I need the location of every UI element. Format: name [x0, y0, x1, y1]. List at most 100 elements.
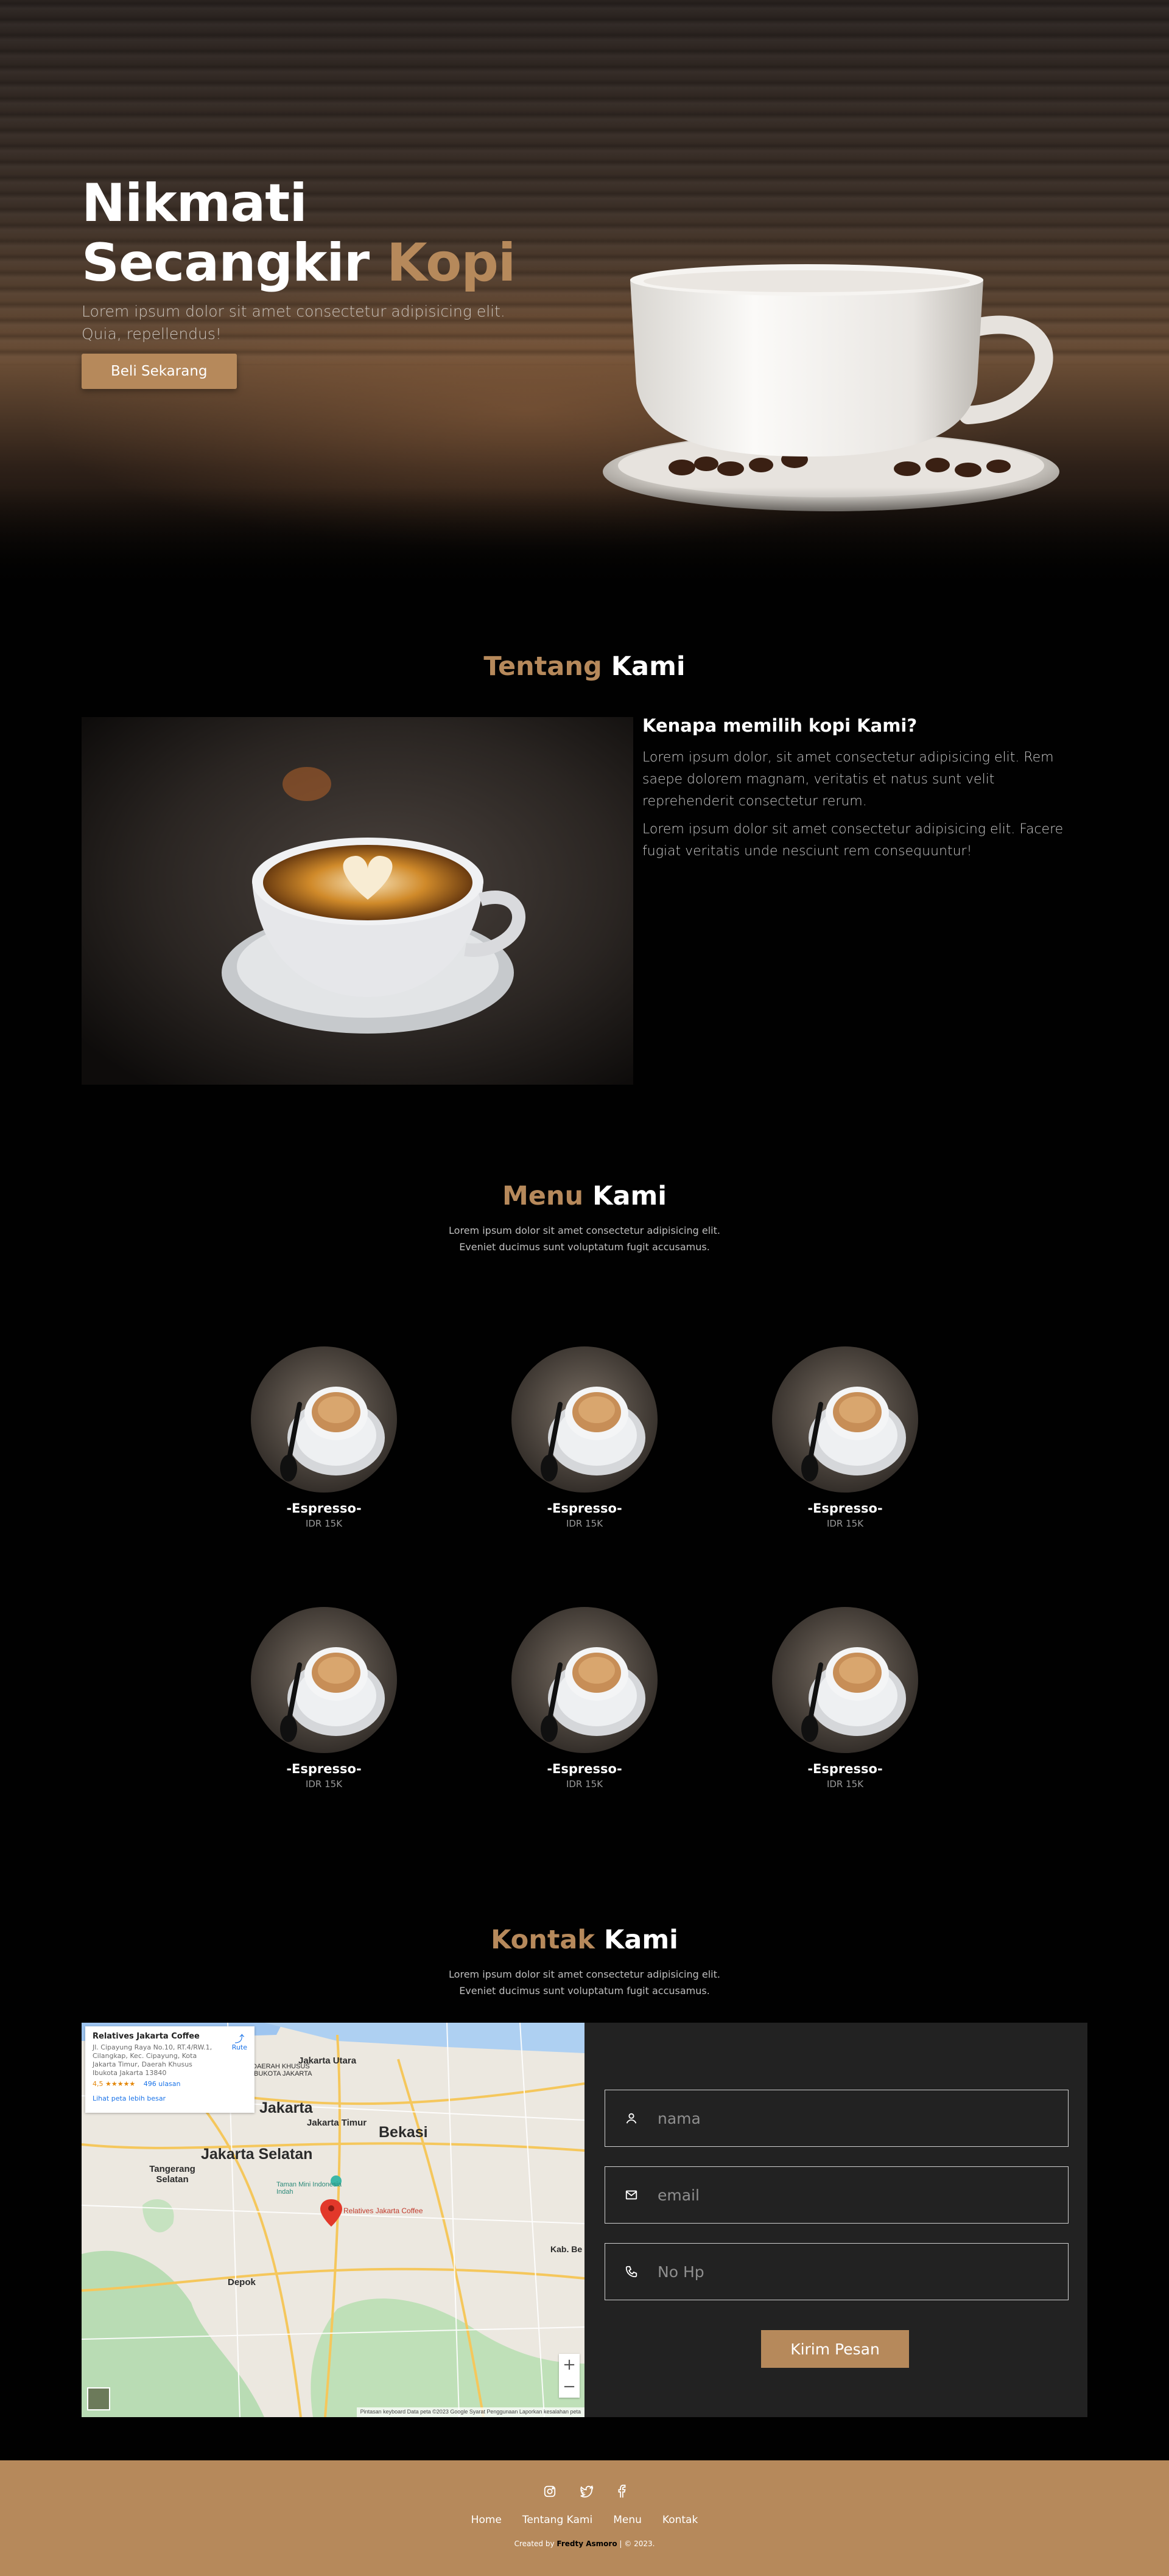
espresso-photo: [772, 1346, 918, 1493]
menu-header: Menu Kami Lorem ipsum dolor sit amet con…: [0, 1181, 1169, 1255]
about-title: Tentang Kami: [0, 651, 1169, 682]
map-place-rating: 4,5 ★★★★★ 496 ulasan: [93, 2080, 247, 2088]
menu-item[interactable]: -Espresso- IDR 15K: [505, 1346, 664, 1529]
latte-photo: [82, 717, 633, 1085]
contact-title: Kontak Kami: [0, 1925, 1169, 1955]
contact-title-rest: Kami: [603, 1925, 678, 1955]
hero-content: Nikmati Secangkir Kopi Lorem ipsum dolor…: [82, 173, 544, 389]
twitter-icon[interactable]: [580, 2485, 594, 2498]
menu-item-name: -Espresso-: [286, 1501, 362, 1516]
hero-title-line1: Nikmati: [82, 173, 307, 234]
menu-item-price: IDR 15K: [305, 1779, 343, 1790]
menu-item[interactable]: -Espresso- IDR 15K: [245, 1607, 403, 1790]
footer-credit: Created by Fredty Asmoro | © 2023.: [0, 2539, 1169, 2548]
espresso-photo: [772, 1607, 918, 1753]
phone-placeholder: No Hp: [658, 2263, 704, 2281]
about-paragraph-1: Lorem ipsum dolor, sit amet consectetur …: [642, 750, 1054, 809]
menu-item[interactable]: -Espresso- IDR 15K: [245, 1346, 403, 1529]
menu-item-name: -Espresso-: [547, 1501, 622, 1516]
menu-item-name: -Espresso-: [286, 1762, 362, 1776]
name-placeholder: nama: [658, 2109, 701, 2127]
menu-item-price: IDR 15K: [305, 1518, 343, 1529]
map-place-name: Relatives Jakarta Coffee: [93, 2032, 200, 2041]
route-icon: ⤴: [234, 2033, 245, 2045]
hero-title-line2: Secangkir: [82, 233, 370, 293]
menu-item[interactable]: -Espresso- IDR 15K: [505, 1607, 664, 1790]
menu-title-rest: Kami: [592, 1181, 667, 1211]
footer-credit-name: Fredty Asmoro: [556, 2539, 617, 2548]
instagram-icon[interactable]: [543, 2485, 556, 2498]
map-larger-link[interactable]: Lihat peta lebih besar: [93, 2095, 247, 2103]
map-label-kab-bekasi: Kab. Be: [550, 2244, 583, 2254]
zoom-out-button[interactable]: −: [563, 2378, 576, 2396]
about-heading: Kenapa memilih kopi Kami?: [642, 715, 918, 736]
footer-credit-suffix: | © 2023.: [619, 2539, 655, 2548]
map-label-jakarta: Jakarta: [259, 2099, 313, 2116]
about-paragraph-2: Lorem ipsum dolor sit amet consectetur a…: [642, 822, 1064, 859]
about-title-rest: Kami: [611, 651, 686, 682]
map-label-tangerang-selatan: Tangerang Selatan: [149, 2164, 195, 2185]
email-field[interactable]: email: [605, 2166, 1069, 2224]
hero-title: Nikmati Secangkir Kopi: [82, 173, 544, 293]
map-marker-label: Relatives Jakarta Coffee: [343, 2207, 423, 2215]
map-label-jakarta-timur: Jakarta Timur: [307, 2118, 367, 2128]
contact-subtitle: Lorem ipsum dolor sit amet consectetur a…: [0, 1966, 1169, 1999]
footer-link-about[interactable]: Tentang Kami: [522, 2514, 592, 2526]
map-label-daerah-khusus: DAERAH KHUSUS IBUKOTA JAKARTA: [252, 2063, 312, 2077]
menu-item-price: IDR 15K: [566, 1779, 603, 1790]
footer-link-contact[interactable]: Kontak: [662, 2514, 698, 2526]
map-rating-stars: 4,5 ★★★★★: [93, 2080, 136, 2088]
footer-nav: Home Tentang Kami Menu Kontak: [0, 2514, 1169, 2526]
mail-icon: [625, 2190, 637, 2200]
map-route-button[interactable]: ⤴ Rute: [231, 2033, 247, 2052]
espresso-photo: [511, 1607, 658, 1753]
zoom-in-button[interactable]: +: [563, 2356, 576, 2374]
facebook-icon[interactable]: [617, 2485, 626, 2498]
menu-subtitle-line1: Lorem ipsum dolor sit amet consectetur a…: [449, 1225, 720, 1236]
contact-subtitle-line2: Eveniet ducimus sunt voluptatum fugit ac…: [459, 1985, 710, 1997]
contact-title-accent: Kontak: [491, 1925, 595, 1955]
menu-title-accent: Menu: [502, 1181, 584, 1211]
menu-item-price: IDR 15K: [566, 1518, 603, 1529]
map-route-label: Rute: [231, 2043, 247, 2051]
menu-item-name: -Espresso-: [807, 1501, 883, 1516]
footer-credit-prefix: Created by: [514, 2539, 555, 2548]
contact-form: nama email No Hp Kirim Pesan: [584, 2023, 1087, 2417]
user-icon: [626, 2113, 637, 2124]
espresso-photo: [511, 1346, 658, 1493]
footer: Home Tentang Kami Menu Kontak Created by…: [0, 2460, 1169, 2576]
menu-item-price: IDR 15K: [826, 1779, 864, 1790]
map-place-address: Jl. Cipayung Raya No.10, RT.4/RW.1, Cila…: [93, 2043, 212, 2077]
contact-header: Kontak Kami Lorem ipsum dolor sit amet c…: [0, 1925, 1169, 1999]
menu-subtitle-line2: Eveniet ducimus sunt voluptatum fugit ac…: [459, 1241, 710, 1253]
about-text: Kenapa memilih kopi Kami? Lorem ipsum do…: [642, 715, 1069, 869]
send-message-button[interactable]: Kirim Pesan: [761, 2330, 909, 2368]
email-placeholder: email: [658, 2186, 700, 2204]
espresso-photo: [251, 1346, 397, 1493]
map-reviews-link[interactable]: 496 ulasan: [144, 2080, 181, 2088]
map-label-bekasi: Bekasi: [379, 2124, 428, 2141]
footer-social-icons: [0, 2485, 1169, 2498]
menu-item-name: -Espresso-: [547, 1762, 622, 1776]
map-label-jakarta-selatan: Jakarta Selatan: [201, 2146, 313, 2163]
hero-title-accent: Kopi: [387, 233, 516, 293]
menu-item[interactable]: -Espresso- IDR 15K: [766, 1607, 924, 1790]
name-field[interactable]: nama: [605, 2090, 1069, 2147]
footer-link-menu[interactable]: Menu: [613, 2514, 642, 2526]
hero-description: Lorem ipsum dolor sit amet consectetur a…: [82, 303, 505, 343]
menu-title: Menu Kami: [0, 1181, 1169, 1211]
location-map[interactable]: Jakarta Utara Jakarta Jakarta Timur Jaka…: [82, 2023, 584, 2417]
buy-now-button[interactable]: Beli Sekarang: [82, 354, 237, 389]
menu-subtitle: Lorem ipsum dolor sit amet consectetur a…: [0, 1222, 1169, 1255]
menu-item-name: -Espresso-: [807, 1762, 883, 1776]
map-zoom-control: + −: [559, 2354, 580, 2398]
contact-subtitle-line1: Lorem ipsum dolor sit amet consectetur a…: [449, 1969, 720, 1980]
menu-item-price: IDR 15K: [826, 1518, 864, 1529]
phone-icon: [625, 2266, 637, 2278]
about-title-accent: Tentang: [483, 651, 602, 682]
map-place-card: Relatives Jakarta Coffee Jl. Cipayung Ra…: [85, 2026, 255, 2113]
phone-field[interactable]: No Hp: [605, 2243, 1069, 2300]
footer-link-home[interactable]: Home: [471, 2514, 502, 2526]
menu-item[interactable]: -Espresso- IDR 15K: [766, 1346, 924, 1529]
hero-bottom-fade: [0, 487, 1169, 584]
